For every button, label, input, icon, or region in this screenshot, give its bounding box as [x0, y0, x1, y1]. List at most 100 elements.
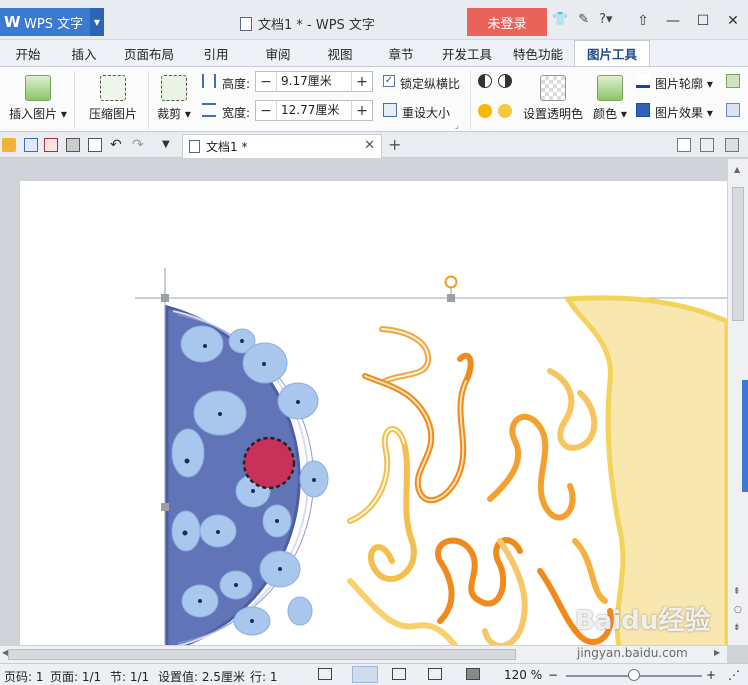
document-page[interactable]: [20, 181, 727, 645]
zoom-slider-knob[interactable]: [628, 669, 640, 681]
resize-grip-icon[interactable]: ⋰: [728, 668, 740, 682]
crop-button[interactable]: 裁剪 ▾: [154, 75, 194, 122]
scroll-right-icon[interactable]: ▶: [714, 648, 720, 657]
side-panel-tab[interactable]: [742, 380, 748, 492]
lock-ratio-label: 锁定纵横比: [400, 77, 461, 91]
app-name: WPS 文字: [24, 16, 84, 32]
save-icon[interactable]: [24, 138, 38, 152]
compress-icon: [100, 75, 126, 101]
close-tab-icon[interactable]: ✕: [364, 138, 375, 153]
feedback-icon[interactable]: ✎: [578, 12, 589, 27]
login-button[interactable]: 未登录: [467, 8, 547, 36]
height-label: 高度:: [222, 77, 251, 91]
tab-chapter[interactable]: 章节: [370, 40, 432, 66]
scroll-up-icon[interactable]: ▲: [734, 165, 740, 174]
zoom-out-icon[interactable]: −: [548, 668, 558, 682]
height-input[interactable]: 9.17厘米: [276, 72, 352, 91]
toolbar-icon-c[interactable]: [725, 138, 739, 152]
help-icon[interactable]: ?▾: [599, 12, 612, 27]
color-picture-icon: [597, 75, 623, 101]
document-icon: [240, 16, 252, 31]
brightness-up-icon[interactable]: [478, 104, 492, 118]
width-icon: [202, 103, 216, 117]
transparent-color-icon: [540, 75, 566, 101]
window-title: 文档1 * - WPS 文字: [240, 14, 375, 33]
status-section: 节: 1/1: [110, 670, 150, 684]
tab-page-layout[interactable]: 页面布局: [112, 40, 186, 66]
tab-special[interactable]: 特色功能: [502, 40, 574, 66]
color-button[interactable]: 颜色 ▾: [590, 75, 630, 122]
zoom-level[interactable]: 120 %: [504, 668, 542, 682]
close-icon[interactable]: ✕: [718, 8, 748, 34]
horizontal-scroll-thumb[interactable]: [8, 649, 516, 660]
toolbar-icon-a[interactable]: [677, 138, 691, 152]
decrease-height-button[interactable]: −: [256, 74, 276, 90]
open-folder-icon[interactable]: [2, 138, 16, 152]
crop-icon: [161, 75, 187, 101]
print-preview-icon[interactable]: [88, 138, 102, 152]
tab-view[interactable]: 视图: [310, 40, 370, 66]
insert-picture-button[interactable]: 插入图片 ▾: [8, 75, 68, 122]
more-tools-icon[interactable]: [726, 74, 740, 88]
tab-start[interactable]: 开始: [0, 40, 56, 66]
resize-handle-top: [447, 294, 455, 302]
toolbar-icon-b[interactable]: [700, 138, 714, 152]
tab-developer[interactable]: 开发工具: [432, 40, 502, 66]
reset-size-button[interactable]: 重设大小: [402, 104, 450, 121]
minimize-icon[interactable]: —: [658, 8, 688, 34]
page-view-icon[interactable]: [352, 666, 378, 683]
undo-icon[interactable]: ↶: [110, 138, 124, 152]
prev-page-icon[interactable]: ⇞: [733, 587, 741, 597]
ribbon-tabs: 开始 插入 页面布局 引用 审阅 视图 章节 开发工具 特色功能 图片工具: [0, 40, 748, 66]
contrast-icon[interactable]: [478, 74, 492, 88]
tab-document[interactable]: 文档1 * ✕: [182, 134, 382, 158]
divider: [148, 71, 149, 129]
compress-picture-button[interactable]: 压缩图片: [84, 75, 142, 122]
tab-insert[interactable]: 插入: [56, 40, 112, 66]
vertical-scroll-thumb[interactable]: [732, 187, 744, 321]
status-set-value: 设置值: 2.5厘米: [158, 670, 245, 684]
dialog-launcher-icon[interactable]: ⌟: [455, 121, 459, 130]
set-transparent-label: 设置透明色: [522, 107, 583, 121]
width-input[interactable]: 12.77厘米: [276, 101, 352, 120]
reading-view-icon[interactable]: [466, 668, 480, 680]
zoom-in-icon[interactable]: +: [706, 668, 716, 682]
decrease-width-button[interactable]: −: [256, 103, 276, 119]
set-transparent-button[interactable]: 设置透明色: [520, 75, 586, 122]
restore-icon[interactable]: ⇧: [628, 8, 658, 34]
skin-icon[interactable]: 👕: [552, 12, 568, 27]
maximize-icon[interactable]: ☐: [688, 8, 718, 34]
width-stepper[interactable]: − 12.77厘米 +: [255, 100, 373, 121]
redo-icon[interactable]: ↷: [132, 138, 146, 152]
resize-handle-top-left: [161, 294, 169, 302]
increase-width-button[interactable]: +: [352, 103, 372, 119]
web-view-icon[interactable]: [428, 668, 442, 680]
next-page-icon[interactable]: ⇟: [733, 623, 741, 633]
brightness-down-icon[interactable]: [498, 104, 512, 118]
pdf-icon[interactable]: [44, 138, 58, 152]
select-browse-icon[interactable]: ○: [734, 605, 742, 615]
picture-effect-button[interactable]: 图片效果 ▾: [655, 104, 713, 121]
title-bar: W WPS 文字 ▼ 文档1 * - WPS 文字 未登录 👕 ✎ ?▾ ⇧ —…: [0, 0, 748, 40]
outline-view-icon[interactable]: [392, 668, 406, 680]
baidu-watermark-url: jingyan.baidu.com: [577, 646, 688, 660]
picture-outline-button[interactable]: 图片轮廓 ▾: [655, 75, 713, 92]
height-stepper[interactable]: − 9.17厘米 +: [255, 71, 373, 92]
baidu-watermark: Baidu经验: [575, 606, 711, 636]
fullscreen-icon[interactable]: [318, 668, 332, 680]
cell-illustration[interactable]: [20, 181, 727, 645]
increase-height-button[interactable]: +: [352, 74, 372, 90]
tab-picture-tools[interactable]: 图片工具: [574, 40, 650, 66]
new-tab-icon[interactable]: +: [388, 135, 401, 154]
app-menu-button[interactable]: W WPS 文字 ▼: [0, 8, 104, 36]
contrast-low-icon[interactable]: [498, 74, 512, 88]
more-tools-icon-2[interactable]: [726, 103, 740, 117]
lock-ratio-checkbox[interactable]: ✓: [383, 75, 395, 87]
chevron-down-icon[interactable]: ▼: [90, 8, 104, 36]
color-label: 颜色 ▾: [593, 107, 627, 121]
tab-references[interactable]: 引用: [186, 40, 246, 66]
status-page-number: 页码: 1: [4, 670, 44, 684]
customize-toolbar-icon[interactable]: ▼: [162, 138, 176, 152]
print-icon[interactable]: [66, 138, 80, 152]
tab-review[interactable]: 审阅: [246, 40, 310, 66]
